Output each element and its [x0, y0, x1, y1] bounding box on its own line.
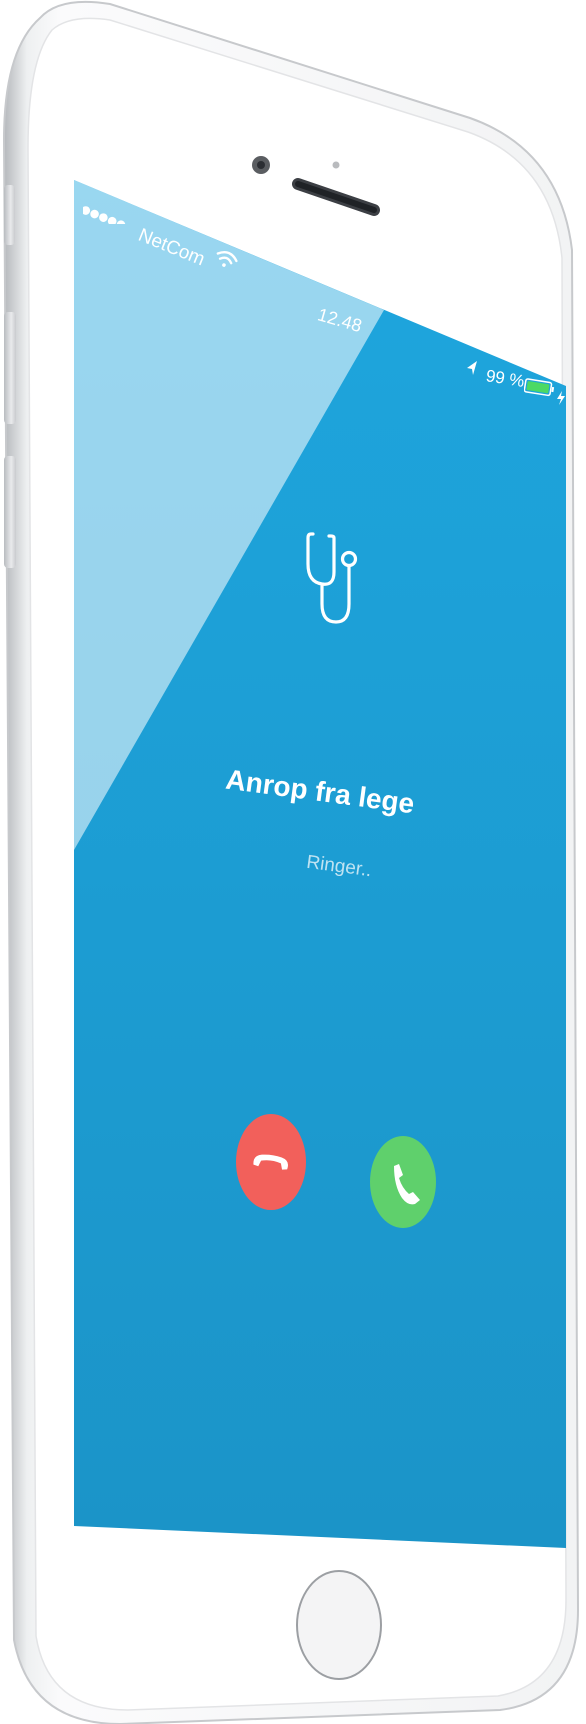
- phone-mockup: NetCom 12.48 99 % Anrop fra lege Ringer.…: [0, 0, 586, 1724]
- location-arrow-icon: [467, 361, 477, 375]
- phone-icon: [394, 1164, 420, 1205]
- phone-hangup-icon: [253, 1154, 289, 1170]
- accept-call-button[interactable]: [370, 1136, 436, 1228]
- charging-bolt-icon: [557, 391, 565, 405]
- wifi-icon: [216, 251, 238, 267]
- signal-strength-icon: [83, 206, 126, 224]
- battery-icon: [524, 378, 555, 397]
- decline-call-button[interactable]: [236, 1114, 306, 1210]
- stethoscope-icon: [306, 532, 358, 624]
- home-button[interactable]: [296, 1570, 382, 1680]
